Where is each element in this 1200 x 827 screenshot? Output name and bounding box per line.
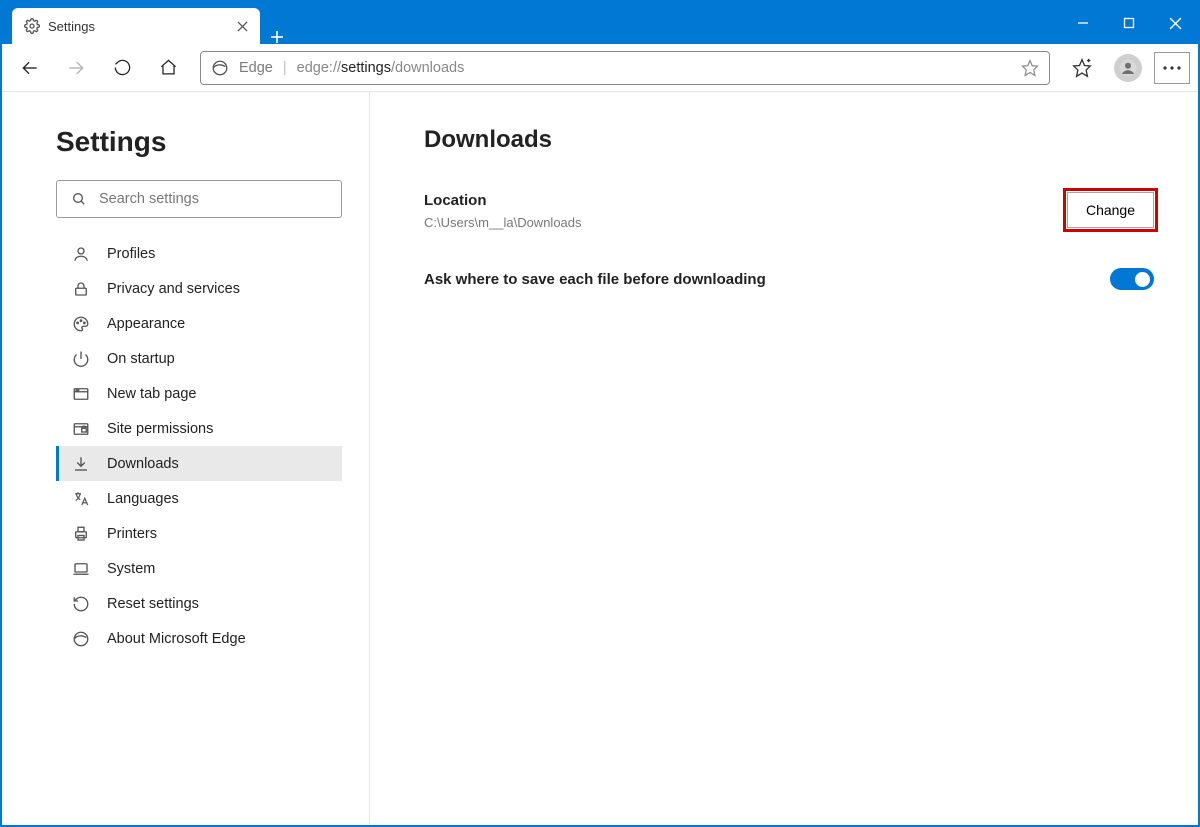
download-icon	[71, 454, 91, 474]
edge-logo-icon	[211, 59, 229, 77]
avatar-icon	[1114, 54, 1142, 82]
browser-tab[interactable]: Settings	[12, 8, 260, 44]
sidebar-item-label: System	[107, 561, 155, 577]
back-button[interactable]	[10, 48, 50, 88]
settings-nav: Profiles Privacy and services Appearance…	[56, 236, 342, 656]
window-controls	[1060, 2, 1198, 44]
section-heading: Downloads	[424, 126, 1154, 154]
sidebar-item-label: Printers	[107, 526, 157, 542]
laptop-icon	[71, 559, 91, 579]
content-area: Settings Profiles Privacy and services	[2, 92, 1198, 825]
sidebar-item-label: Downloads	[107, 456, 179, 472]
profile-button[interactable]	[1108, 48, 1148, 88]
sidebar-item-languages[interactable]: Languages	[56, 481, 342, 516]
sidebar-item-label: New tab page	[107, 386, 196, 402]
forward-button[interactable]	[56, 48, 96, 88]
tab-title: Settings	[48, 19, 95, 34]
titlebar: Settings	[2, 2, 1198, 44]
page-title: Settings	[56, 126, 345, 158]
printer-icon	[71, 524, 91, 544]
tab-strip: Settings	[2, 2, 294, 44]
favorite-star-icon[interactable]	[1021, 59, 1039, 77]
search-input[interactable]	[99, 191, 327, 207]
settings-main: Downloads Location C:\Users\m__la\Downlo…	[370, 92, 1198, 825]
ask-where-setting: Ask where to save each file before downl…	[424, 268, 1154, 290]
search-icon	[71, 191, 87, 207]
reset-icon	[71, 594, 91, 614]
settings-sidebar: Settings Profiles Privacy and services	[2, 92, 370, 825]
favorites-button[interactable]	[1062, 48, 1102, 88]
sidebar-item-label: Appearance	[107, 316, 185, 332]
ask-where-label: Ask where to save each file before downl…	[424, 271, 1110, 288]
search-settings-field[interactable]	[56, 180, 342, 218]
sidebar-item-reset[interactable]: Reset settings	[56, 586, 342, 621]
address-separator: |	[283, 60, 287, 76]
sidebar-item-privacy[interactable]: Privacy and services	[56, 271, 342, 306]
ask-where-toggle[interactable]	[1110, 268, 1154, 290]
location-label: Location	[424, 192, 1067, 209]
sidebar-item-about[interactable]: About Microsoft Edge	[56, 621, 342, 656]
sidebar-item-label: Reset settings	[107, 596, 199, 612]
sidebar-item-startup[interactable]: On startup	[56, 341, 342, 376]
permissions-icon	[71, 419, 91, 439]
home-button[interactable]	[148, 48, 188, 88]
close-tab-button[interactable]	[234, 18, 250, 34]
address-bar[interactable]: Edge | edge://settings/downloads	[200, 51, 1050, 85]
more-menu-button[interactable]	[1154, 52, 1190, 84]
gear-icon	[24, 18, 40, 34]
sidebar-item-printers[interactable]: Printers	[56, 516, 342, 551]
sidebar-item-appearance[interactable]: Appearance	[56, 306, 342, 341]
address-url: edge://settings/downloads	[297, 60, 465, 76]
sidebar-item-profiles[interactable]: Profiles	[56, 236, 342, 271]
sidebar-item-label: Site permissions	[107, 421, 213, 437]
sidebar-item-downloads[interactable]: Downloads	[56, 446, 342, 481]
sidebar-item-label: About Microsoft Edge	[107, 631, 246, 647]
toggle-knob	[1135, 272, 1150, 287]
close-window-button[interactable]	[1152, 2, 1198, 44]
refresh-button[interactable]	[102, 48, 142, 88]
languages-icon	[71, 489, 91, 509]
location-path: C:\Users\m__la\Downloads	[424, 215, 1067, 230]
window-icon	[71, 384, 91, 404]
sidebar-item-system[interactable]: System	[56, 551, 342, 586]
maximize-button[interactable]	[1106, 2, 1152, 44]
sidebar-item-label: Profiles	[107, 246, 155, 262]
sidebar-item-label: On startup	[107, 351, 175, 367]
person-icon	[71, 244, 91, 264]
sidebar-item-permissions[interactable]: Site permissions	[56, 411, 342, 446]
power-icon	[71, 349, 91, 369]
sidebar-item-newtab[interactable]: New tab page	[56, 376, 342, 411]
browser-toolbar: Edge | edge://settings/downloads	[2, 44, 1198, 92]
change-location-button[interactable]: Change	[1067, 192, 1154, 228]
address-scheme-label: Edge	[239, 60, 273, 76]
new-tab-button[interactable]	[260, 30, 294, 44]
edge-icon	[71, 629, 91, 649]
lock-icon	[71, 279, 91, 299]
palette-icon	[71, 314, 91, 334]
sidebar-item-label: Languages	[107, 491, 179, 507]
location-setting: Location C:\Users\m__la\Downloads Change	[424, 192, 1154, 230]
sidebar-item-label: Privacy and services	[107, 281, 240, 297]
minimize-button[interactable]	[1060, 2, 1106, 44]
